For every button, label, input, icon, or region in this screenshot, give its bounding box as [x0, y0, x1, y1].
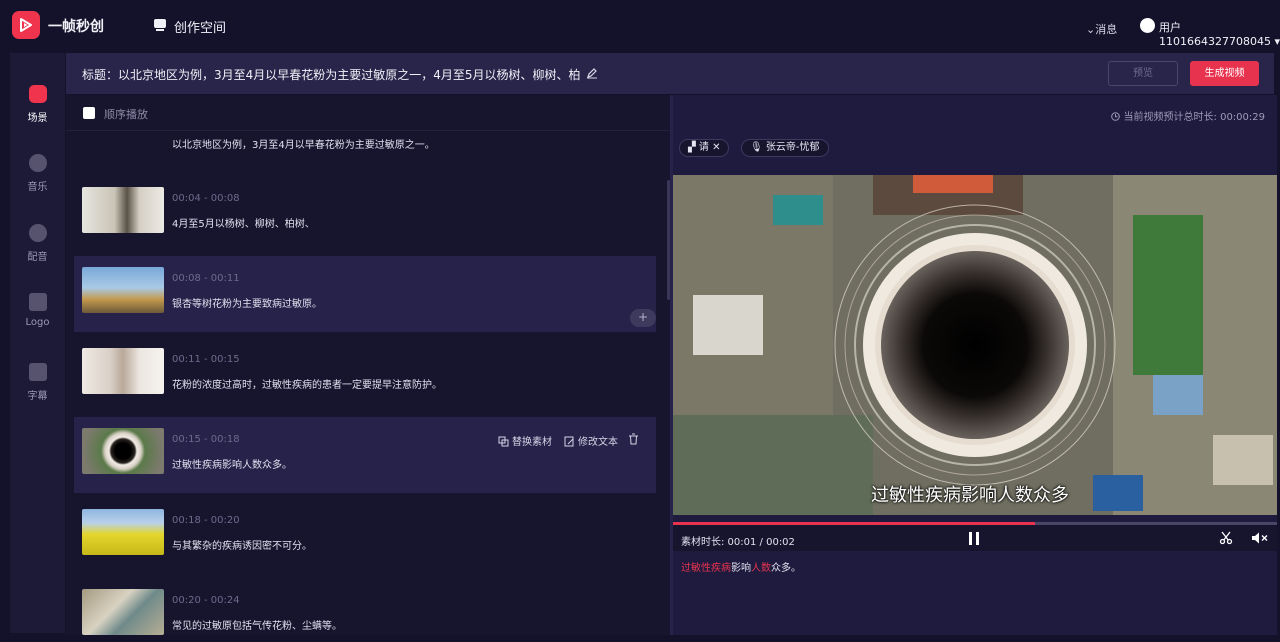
- scissors-icon[interactable]: [1219, 531, 1233, 545]
- scene-item[interactable]: 00:04 - 00:08 4月至5月以杨树、柳树、柏树、: [74, 176, 656, 252]
- player-controls: 素材时长: 00:01 / 00:02: [673, 525, 1277, 551]
- scene-text: 过敏性疾病影响人数众多。: [172, 460, 292, 471]
- brand-name[interactable]: 一帧秒创: [48, 16, 104, 36]
- generate-video-button[interactable]: 生成视频: [1190, 61, 1259, 86]
- top-bar: 一帧秒创 创作空间 ⌄消息 用户110166432770804​5 ▾: [0, 0, 1280, 52]
- preview-panel: 当前视频预计总时长: 00:00:29 ▞ 请 ✕ 🎙 张云帝-忧郁 过敏性疾病…: [673, 95, 1277, 635]
- mute-icon[interactable]: [1251, 531, 1269, 545]
- scene-text: 与其繁杂的疾病诱因密不可分。: [172, 541, 312, 552]
- avatar[interactable]: [1140, 18, 1155, 33]
- voice-label: 张云帝-忧郁: [765, 142, 820, 153]
- nav-label: 字幕: [27, 391, 48, 402]
- caption-highlight: 人数: [751, 563, 771, 574]
- scene-thumbnail: [82, 187, 164, 233]
- scene-time: 00:15 - 00:18: [172, 434, 240, 445]
- preview-button[interactable]: 预览: [1108, 61, 1178, 86]
- scene-icon: [28, 85, 47, 103]
- scene-thumbnail: [82, 348, 164, 394]
- scene-time: 00:20 - 00:24: [172, 595, 240, 606]
- nav-label: 场景: [27, 113, 48, 124]
- caption-part: 影响: [731, 563, 751, 574]
- scene-time: 00:18 - 00:20: [172, 515, 240, 526]
- scene-list-scrollbar[interactable]: [667, 180, 670, 300]
- nav-item-subtitle[interactable]: 字幕: [10, 363, 65, 402]
- edit-title-icon[interactable]: [586, 67, 598, 79]
- voice-pill[interactable]: 🎙 张云帝-忧郁: [741, 139, 829, 157]
- pause-icon[interactable]: [969, 532, 981, 545]
- scene-item[interactable]: 00:20 - 00:24 常见的过敏原包括气传花粉、尘螨等。: [74, 578, 656, 635]
- video-preview[interactable]: 过敏性疾病影响人数众多: [673, 175, 1277, 515]
- scene-thumbnail: [82, 267, 164, 313]
- caption-highlight: 过敏性疾病: [681, 563, 731, 574]
- tag-pill[interactable]: ▞ 请 ✕: [679, 139, 730, 157]
- caption-text[interactable]: 过敏性疾病影响人数众多。: [681, 559, 801, 574]
- music-icon: [28, 154, 47, 172]
- scene-time: 00:11 - 00:15: [172, 354, 240, 365]
- user-name: 用户110166432770804​5: [1159, 21, 1271, 48]
- edit-text-button[interactable]: 修改文本: [564, 433, 618, 448]
- app-logo-icon[interactable]: [12, 11, 40, 39]
- caption-part: 众多。: [771, 563, 801, 574]
- nav-label: Logo: [25, 317, 50, 328]
- user-menu[interactable]: 用户110166432770804​5 ▾: [1159, 19, 1280, 48]
- edit-text-label: 修改文本: [578, 437, 618, 448]
- material-duration: 素材时长: 00:01 / 00:02: [681, 537, 795, 548]
- workspace-link[interactable]: 创作空间: [174, 17, 226, 36]
- replace-material-label: 替换素材: [512, 437, 552, 448]
- video-subtitle: 过敏性疾病影响人数众多: [871, 485, 1069, 506]
- clock-icon: [1111, 112, 1121, 121]
- scene-item-selected[interactable]: 00:15 - 00:18 过敏性疾病影响人数众多。 替换素材 修改文本: [74, 417, 656, 493]
- video-frame: [673, 175, 1277, 515]
- scene-item[interactable]: 00:18 - 00:20 与其繁杂的疾病诱因密不可分。: [74, 498, 656, 574]
- scene-time: 00:08 - 00:11: [172, 273, 240, 284]
- scene-text: 4月至5月以杨树、柳树、柏树、: [172, 219, 315, 230]
- nav-label: 音乐: [27, 182, 48, 193]
- scene-text: 常见的过敏原包括气传花粉、尘螨等。: [172, 621, 342, 632]
- scene-text: 银杏等树花粉为主要致病过敏原。: [172, 299, 322, 310]
- replace-material-button[interactable]: 替换素材: [498, 433, 552, 448]
- title-bar: 标题：以北京地区为例，3月至4月以早春花粉为主要过敏原之一，4月至5月以杨树、柳…: [66, 53, 1274, 94]
- tag-icon: ▞: [688, 142, 696, 153]
- scene-time: 00:04 - 00:08: [172, 193, 240, 204]
- sequential-play-row: 顺序播放: [66, 95, 670, 131]
- scene-thumbnail: [82, 509, 164, 555]
- scene-item[interactable]: 00:11 - 00:15 花粉的浓度过高时，过敏性疾病的患者一定要提早注意防护…: [74, 337, 656, 413]
- scene-thumbnail: [82, 589, 164, 635]
- sequential-play-label: 顺序播放: [104, 108, 148, 121]
- nav-item-music[interactable]: 音乐: [10, 154, 65, 193]
- scene-list: 以北京地区为例，3月至4月以早春花粉为主要过敏原之一。 顺序播放 00:04 -…: [66, 95, 670, 635]
- estimated-duration: 当前视频预计总时长: 00:00:29: [1111, 108, 1265, 123]
- messages-label: 消息: [1095, 23, 1118, 36]
- video-title: 标题：以北京地区为例，3月至4月以早春花粉为主要过敏原之一，4月至5月以杨树、柳…: [82, 68, 581, 82]
- estimated-duration-text: 当前视频预计总时长: 00:00:29: [1123, 112, 1265, 123]
- scene-thumbnail: [82, 428, 164, 474]
- scene-text: 花粉的浓度过高时，过敏性疾病的患者一定要提早注意防护。: [172, 380, 442, 391]
- scene-text: 以北京地区为例，3月至4月以早春花粉为主要过敏原之一。: [172, 140, 435, 151]
- add-scene-button[interactable]: +: [630, 309, 656, 327]
- nav-label: 配音: [27, 252, 48, 263]
- voiceover-icon: [28, 224, 47, 242]
- microphone-icon: 🎙: [750, 142, 763, 153]
- nav-item-scene[interactable]: 场景: [10, 85, 65, 124]
- edit-icon: [564, 436, 574, 447]
- trash-icon[interactable]: [628, 433, 639, 445]
- messages-menu[interactable]: ⌄消息: [1086, 21, 1117, 37]
- sequential-play-checkbox[interactable]: [83, 107, 95, 119]
- scene-item[interactable]: 00:08 - 00:11 银杏等树花粉为主要致病过敏原。 +: [74, 256, 656, 332]
- close-icon[interactable]: ✕: [712, 142, 720, 153]
- nav-item-logo[interactable]: Logo: [10, 293, 65, 328]
- left-nav: 场景 音乐 配音 Logo 字幕: [10, 53, 65, 633]
- replace-icon: [498, 436, 509, 447]
- logo-icon: [28, 293, 47, 311]
- nav-item-voiceover[interactable]: 配音: [10, 224, 65, 263]
- tag-label: 请: [698, 142, 709, 153]
- subtitle-icon: [28, 363, 47, 381]
- workspace-icon: [154, 19, 166, 31]
